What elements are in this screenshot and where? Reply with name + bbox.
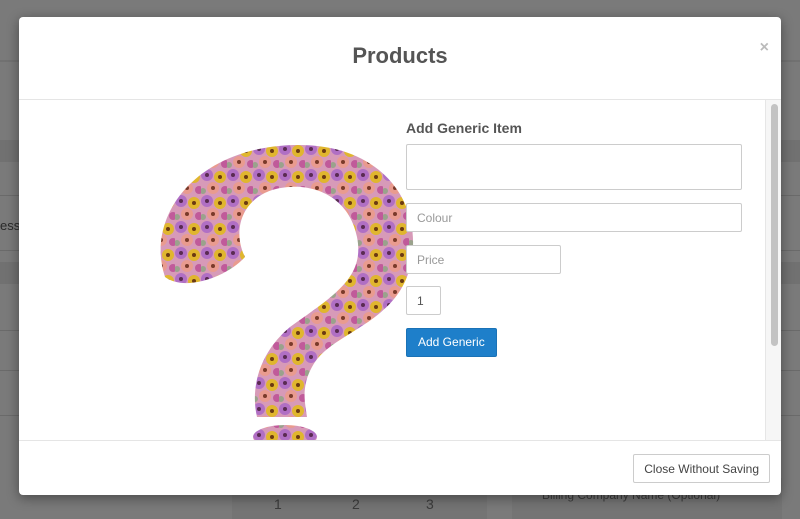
modal-title: Products xyxy=(352,43,448,68)
form-title: Add Generic Item xyxy=(406,120,522,136)
modal-header: Products × xyxy=(19,17,781,100)
quantity-input[interactable] xyxy=(406,286,441,315)
modal-body: Add Generic Item Add Generic xyxy=(19,100,781,440)
description-textarea[interactable] xyxy=(406,144,742,190)
modal-footer: Close Without Saving xyxy=(19,440,781,495)
colour-input[interactable] xyxy=(406,203,742,232)
close-without-saving-button[interactable]: Close Without Saving xyxy=(633,454,770,483)
products-modal: Products × Add Generic Item Colour Price… xyxy=(19,17,781,495)
scrollbar-thumb[interactable] xyxy=(771,104,778,346)
modal-scrollbar[interactable] xyxy=(765,100,781,440)
close-icon[interactable]: × xyxy=(760,39,769,57)
add-generic-button[interactable]: Add Generic xyxy=(406,328,497,357)
price-input[interactable] xyxy=(406,245,561,274)
